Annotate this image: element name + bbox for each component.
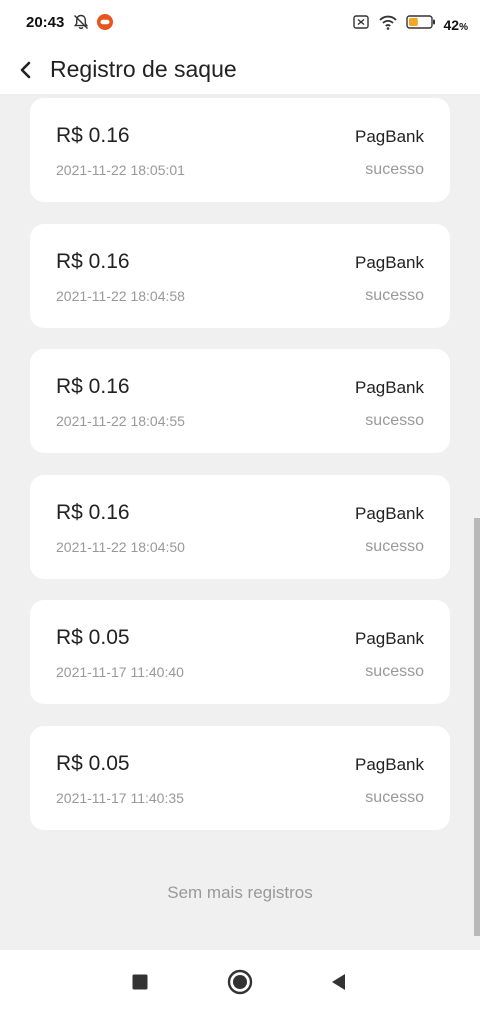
record-card[interactable]: R$ 0.16 2021-11-22 18:04:55 PagBank suce… bbox=[30, 349, 450, 454]
record-card[interactable]: R$ 0.16 2021-11-22 18:04:50 PagBank suce… bbox=[30, 474, 450, 579]
record-card[interactable]: R$ 0.05 2021-11-17 11:40:35 PagBank suce… bbox=[30, 725, 450, 830]
battery-percentage: 42% bbox=[444, 17, 468, 33]
battery-percent-unit: % bbox=[459, 21, 468, 33]
records-list: R$ 0.16 2021-11-22 18:05:01 PagBank suce… bbox=[30, 98, 450, 852]
sim-off-icon bbox=[352, 13, 370, 36]
record-card[interactable]: R$ 0.16 2021-11-22 18:04:58 PagBank suce… bbox=[30, 223, 450, 328]
no-more-records-text: Sem mais registros bbox=[167, 883, 313, 902]
status-right-icons: 42% bbox=[352, 13, 468, 36]
battery-percent-value: 42 bbox=[443, 16, 460, 33]
navigation-bar bbox=[0, 950, 480, 1014]
record-datetime: 2021-11-22 18:05:01 bbox=[56, 162, 185, 178]
recents-square-icon[interactable] bbox=[126, 968, 154, 996]
chevron-left-icon[interactable] bbox=[12, 56, 40, 84]
app-notification-icon bbox=[96, 13, 114, 36]
record-status: sucesso bbox=[365, 537, 424, 555]
battery-icon bbox=[405, 14, 436, 35]
scrollbar[interactable] bbox=[474, 518, 480, 936]
record-status: sucesso bbox=[365, 412, 424, 430]
page-title: Registro de saque bbox=[50, 56, 237, 82]
record-bank: PagBank bbox=[355, 503, 424, 523]
record-datetime: 2021-11-22 18:04:50 bbox=[56, 538, 185, 555]
back-triangle-icon[interactable] bbox=[324, 968, 352, 996]
record-amount: R$ 0.16 bbox=[56, 375, 130, 399]
record-status: sucesso bbox=[365, 161, 424, 178]
record-datetime: 2021-11-22 18:04:55 bbox=[56, 413, 185, 430]
status-left-icons bbox=[72, 13, 114, 36]
wifi-icon bbox=[378, 13, 398, 36]
status-time: 20:43 bbox=[26, 14, 65, 31]
records-list-container[interactable]: R$ 0.16 2021-11-22 18:05:01 PagBank suce… bbox=[0, 94, 480, 950]
record-bank: PagBank bbox=[355, 378, 424, 398]
bell-off-icon bbox=[72, 13, 90, 36]
record-amount: R$ 0.05 bbox=[56, 626, 130, 650]
record-datetime: 2021-11-17 11:40:35 bbox=[56, 789, 184, 806]
record-card[interactable]: R$ 0.16 2021-11-22 18:05:01 PagBank suce… bbox=[30, 98, 450, 202]
record-datetime: 2021-11-17 11:40:40 bbox=[56, 664, 184, 681]
header: Registro de saque bbox=[0, 46, 480, 94]
status-bar: 20:43 42% bbox=[0, 0, 480, 46]
record-status: sucesso bbox=[365, 286, 424, 304]
record-status: sucesso bbox=[365, 663, 424, 681]
record-bank: PagBank bbox=[355, 754, 424, 774]
record-bank: PagBank bbox=[355, 127, 424, 146]
record-amount: R$ 0.16 bbox=[56, 249, 130, 273]
home-circle-icon[interactable] bbox=[226, 968, 254, 996]
record-card[interactable]: R$ 0.05 2021-11-17 11:40:40 PagBank suce… bbox=[30, 600, 450, 705]
record-bank: PagBank bbox=[355, 252, 424, 272]
record-amount: R$ 0.05 bbox=[56, 751, 130, 775]
record-amount: R$ 0.16 bbox=[56, 124, 130, 147]
record-datetime: 2021-11-22 18:04:58 bbox=[56, 287, 185, 304]
record-amount: R$ 0.16 bbox=[56, 500, 130, 524]
record-bank: PagBank bbox=[355, 629, 424, 649]
record-status: sucesso bbox=[365, 788, 424, 806]
